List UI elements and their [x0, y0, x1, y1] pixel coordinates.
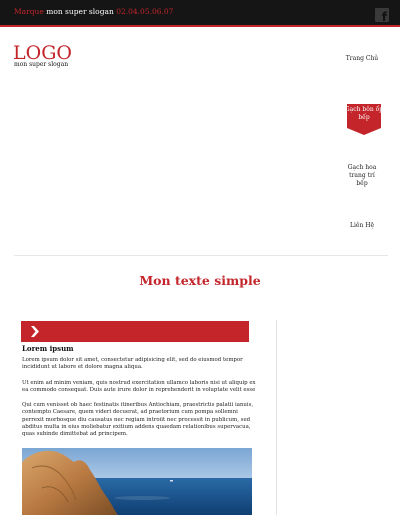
nav-item-contact[interactable]: Liên Hệ — [343, 222, 381, 230]
article-paragraph-3: Qui cum venisset ob haec festinatis itin… — [22, 402, 254, 438]
top-bar-text: Marque mon super slogan 02.04.05.06.07 — [14, 8, 173, 16]
top-bar-accent-line — [0, 25, 400, 27]
brand-slogan: mon super slogan — [46, 7, 114, 16]
section-title: Mon texte simple — [139, 273, 261, 288]
nav-item-label: Gạch bôn ốp bếp — [344, 106, 384, 122]
brand-name[interactable]: Marque — [14, 7, 44, 16]
chevron-right-icon — [31, 326, 39, 337]
nav-item-home[interactable]: Trang Chủ — [343, 55, 381, 63]
phone-number[interactable]: 02.04.05.06.07 — [116, 7, 173, 16]
article-banner — [21, 321, 249, 342]
article-heading: Lorem ipsum — [22, 344, 74, 353]
nav-item-decor-tiles[interactable]: Gạch hoa trang trí bếp — [343, 164, 381, 188]
logo-slogan: mon super slogan — [14, 61, 69, 68]
facebook-icon[interactable]: f — [375, 8, 389, 23]
article-paragraph-2: Ut enim ad minim veniam, quis nostrud ex… — [22, 380, 256, 394]
nav-item-wall-tiles[interactable]: Gạch bôn ốp bếp — [344, 104, 384, 135]
column-divider — [276, 320, 277, 515]
header-divider — [14, 255, 388, 256]
article-paragraph-1: Lorem ipsum dolor sit amet, consectetur … — [22, 357, 243, 371]
coastal-rock-photo — [22, 448, 252, 515]
